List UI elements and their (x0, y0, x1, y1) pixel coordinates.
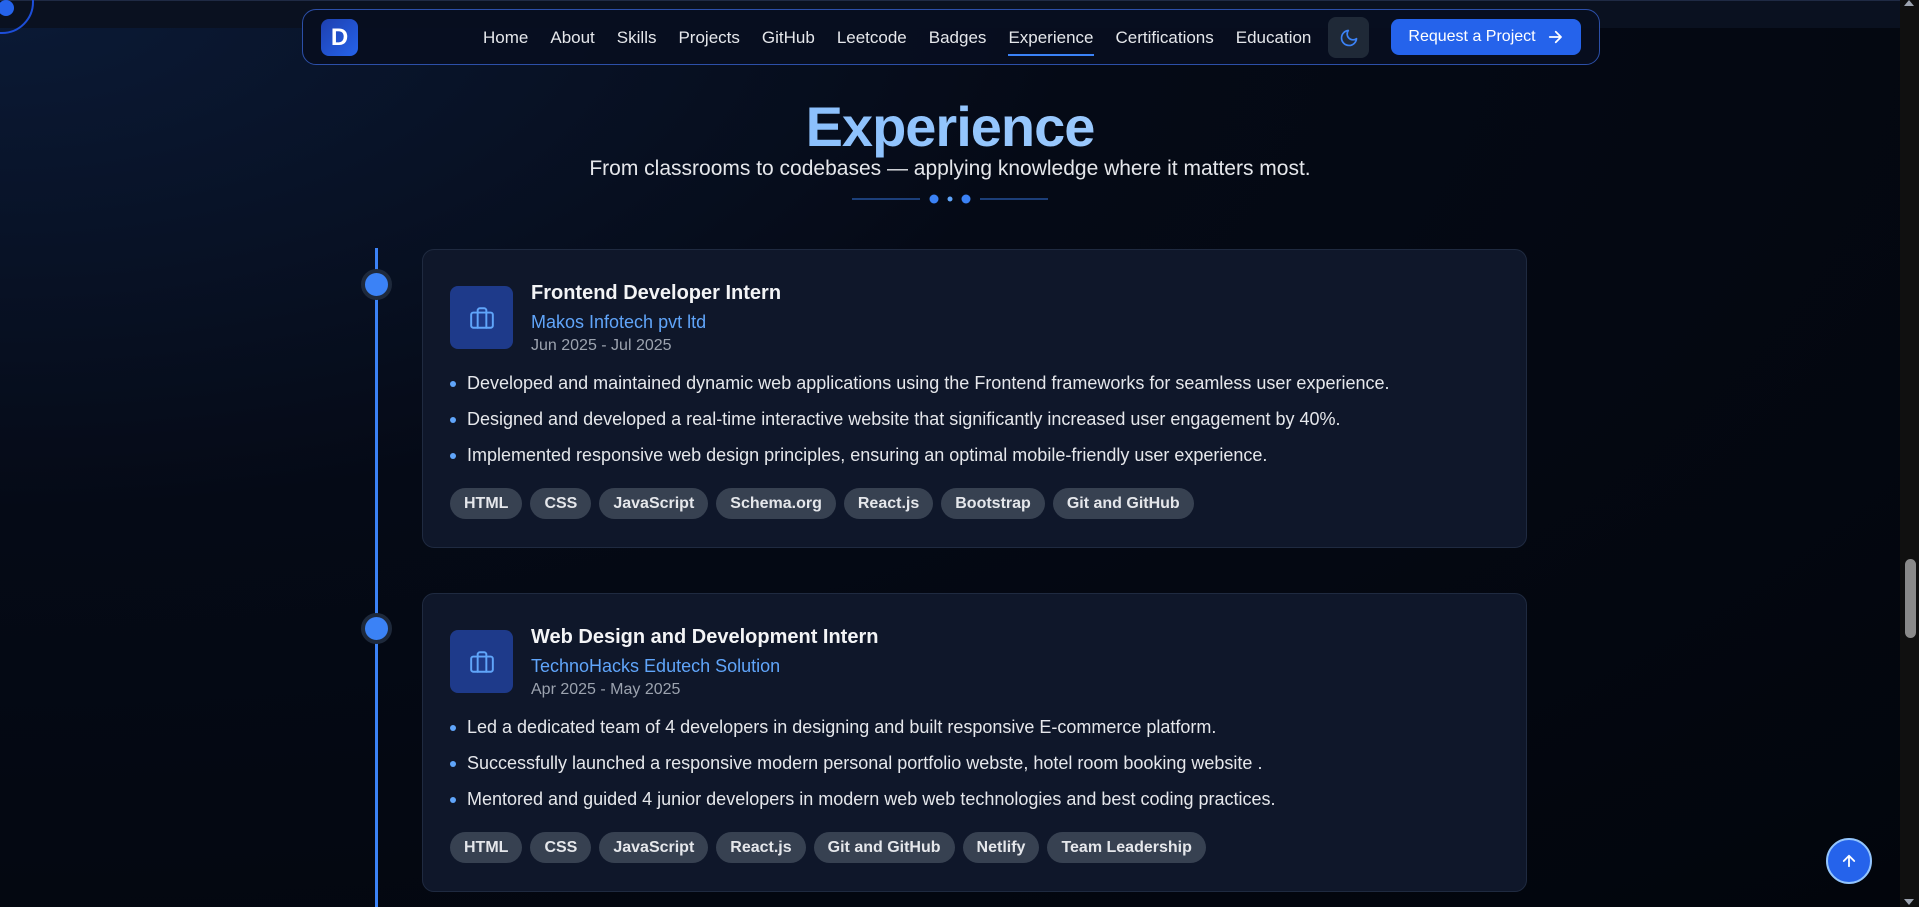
skill-tag: JavaScript (599, 488, 709, 519)
skill-tag: CSS (530, 488, 592, 519)
responsibility-item: Implemented responsive web design princi… (450, 445, 1390, 481)
experience-card: Frontend Developer Intern Makos Infotech… (422, 249, 1527, 548)
responsibility-item: Successfully launched a responsive moder… (450, 753, 1276, 789)
nav-link-certifications[interactable]: Certifications (1116, 28, 1214, 48)
scroll-up-arrow-icon[interactable] (1904, 0, 1914, 6)
briefcase-icon (469, 306, 494, 329)
nav-link-about[interactable]: About (550, 28, 594, 48)
request-project-label: Request a Project (1408, 28, 1536, 45)
decorative-circle (0, 0, 34, 34)
skill-tag: CSS (530, 832, 592, 863)
skill-tag: Schema.org (716, 488, 836, 519)
request-project-button[interactable]: Request a Project (1391, 19, 1581, 55)
skill-tags: HTML CSS JavaScript React.js Git and Git… (450, 832, 1206, 863)
responsibility-item: Developed and maintained dynamic web app… (450, 373, 1390, 409)
scrollbar-thumb[interactable] (1905, 559, 1916, 638)
skill-tag: JavaScript (599, 832, 709, 863)
card-icon-wrapper (450, 286, 513, 349)
logo-icon[interactable]: D (321, 19, 358, 56)
nav-link-leetcode[interactable]: Leetcode (837, 28, 907, 48)
responsibility-item: Led a dedicated team of 4 developers in … (450, 717, 1276, 753)
responsibility-item: Mentored and guided 4 junior developers … (450, 789, 1276, 825)
responsibility-item: Designed and developed a real-time inter… (450, 409, 1390, 445)
nav-link-experience[interactable]: Experience (1008, 28, 1094, 56)
skill-tag: React.js (716, 832, 806, 863)
card-icon-wrapper (450, 630, 513, 693)
timeline-line (375, 248, 378, 907)
skill-tag: HTML (450, 832, 523, 863)
company-name: Makos Infotech pvt ltd (531, 312, 707, 332)
section-title: Experience (0, 94, 1900, 159)
nav-link-github[interactable]: GitHub (762, 28, 815, 48)
company-name: TechnoHacks Edutech Solution (531, 656, 781, 676)
responsibilities-list: Developed and maintained dynamic web app… (450, 373, 1390, 481)
arrow-up-icon (1842, 854, 1856, 868)
skill-tags: HTML CSS JavaScript Schema.org React.js … (450, 488, 1194, 519)
nav-link-education[interactable]: Education (1236, 28, 1312, 48)
job-title: Web Design and Development Intern (531, 626, 879, 648)
skill-tag: Netlify (962, 832, 1040, 863)
navbar: D Home About Skills Projects GitHub Leet… (302, 9, 1600, 65)
skill-tag: Bootstrap (941, 488, 1045, 519)
scroll-down-arrow-icon[interactable] (1904, 899, 1914, 905)
briefcase-icon (469, 650, 494, 673)
job-dates: Apr 2025 - May 2025 (531, 681, 681, 698)
page-scrollbar[interactable] (1900, 0, 1919, 907)
moon-icon (1340, 29, 1357, 46)
title-divider (852, 194, 1048, 204)
nav-link-projects[interactable]: Projects (678, 28, 739, 48)
theme-toggle-button[interactable] (1328, 17, 1369, 58)
job-title: Frontend Developer Intern (531, 282, 782, 304)
arrow-right-icon (1548, 30, 1562, 44)
responsibilities-list: Led a dedicated team of 4 developers in … (450, 717, 1276, 825)
skill-tag: React.js (843, 488, 934, 519)
nav-links: Home About Skills Projects GitHub Leetco… (483, 10, 1333, 66)
skill-tag: Team Leadership (1047, 832, 1206, 863)
scroll-to-top-button[interactable] (1826, 838, 1872, 884)
nav-link-home[interactable]: Home (483, 28, 528, 48)
timeline-dot (361, 613, 392, 644)
skill-tag: Git and GitHub (813, 832, 955, 863)
nav-link-badges[interactable]: Badges (929, 28, 987, 48)
job-dates: Jun 2025 - Jul 2025 (531, 337, 672, 354)
nav-link-skills[interactable]: Skills (617, 28, 657, 48)
section-subtitle: From classrooms to codebases — applying … (589, 157, 1311, 180)
experience-card: Web Design and Development Intern Techno… (422, 593, 1527, 892)
skill-tag: HTML (450, 488, 523, 519)
timeline-dot (361, 269, 392, 300)
skill-tag: Git and GitHub (1052, 488, 1194, 519)
